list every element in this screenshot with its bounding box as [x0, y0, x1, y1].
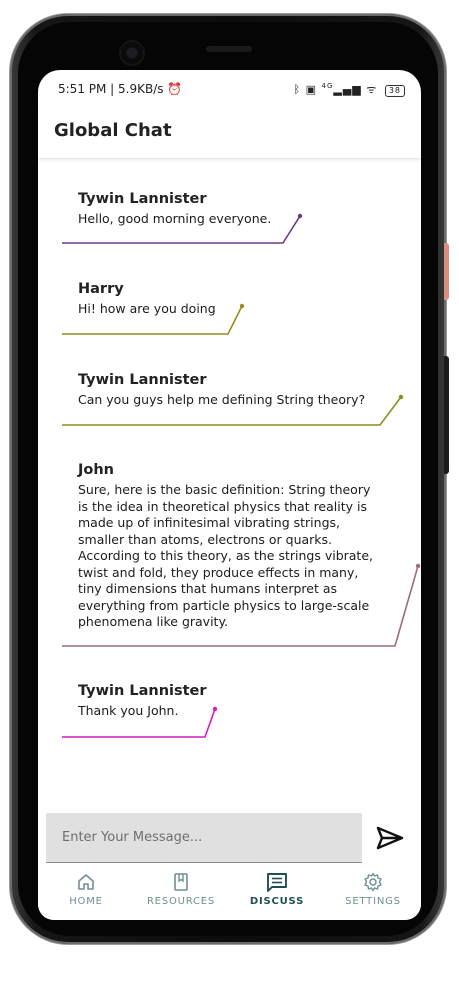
home-icon — [78, 874, 94, 890]
message-text: Sure, here is the basic definition: Stri… — [78, 482, 374, 629]
message-text: Hi! how are you doing — [78, 301, 216, 316]
underline-path — [62, 215, 301, 244]
message-sender: Harry — [78, 281, 124, 297]
message-text: Can you guys help me defining String the… — [78, 392, 366, 407]
nav-label: RESOURCES — [146, 896, 216, 907]
screen: 5:51 PM | 5.9KB/s ⏰ ᛒ ▣ 4G▂▄▆ ᯤ 38 Globa… — [38, 70, 421, 920]
nav-item-settings[interactable]: SETTINGS — [328, 872, 418, 907]
nav-item-home[interactable]: HOME — [41, 872, 131, 907]
message-input[interactable] — [46, 813, 362, 862]
chat-message: Harry Hi! how are you doing — [78, 281, 278, 318]
composer-underline — [46, 862, 362, 863]
chat-message: Tywin Lannister Can you guys help me def… — [78, 372, 408, 409]
message-text: Thank you John. — [78, 703, 179, 718]
gear-icon — [364, 872, 382, 892]
chat-message: John Sure, here is the basic definition:… — [78, 462, 378, 631]
underline-dot — [297, 213, 303, 219]
earpiece-speaker — [206, 46, 252, 52]
nav-label: DISCUSS — [249, 896, 305, 907]
message-sender: John — [78, 462, 115, 478]
nav-item-resources[interactable]: RESOURCES — [136, 872, 226, 907]
message-sender: Tywin Lannister — [78, 683, 207, 699]
message-composer — [46, 813, 362, 862]
front-camera — [121, 42, 143, 64]
send-button[interactable] — [374, 822, 406, 854]
send-icon — [376, 826, 404, 850]
bottom-nav: HOME RESOURCES DISCUSS SETTINGS — [38, 866, 421, 920]
underline-dot — [415, 563, 421, 569]
nav-label: HOME — [69, 896, 103, 907]
book-icon — [174, 873, 188, 891]
volume-button — [444, 243, 449, 300]
chat-message: Tywin Lannister Thank you John. — [78, 683, 278, 720]
power-button — [444, 356, 449, 474]
chat-icon — [267, 873, 287, 892]
nav-label: SETTINGS — [345, 896, 401, 907]
message-sender: Tywin Lannister — [78, 372, 207, 388]
nav-item-discuss[interactable]: DISCUSS — [232, 872, 322, 907]
